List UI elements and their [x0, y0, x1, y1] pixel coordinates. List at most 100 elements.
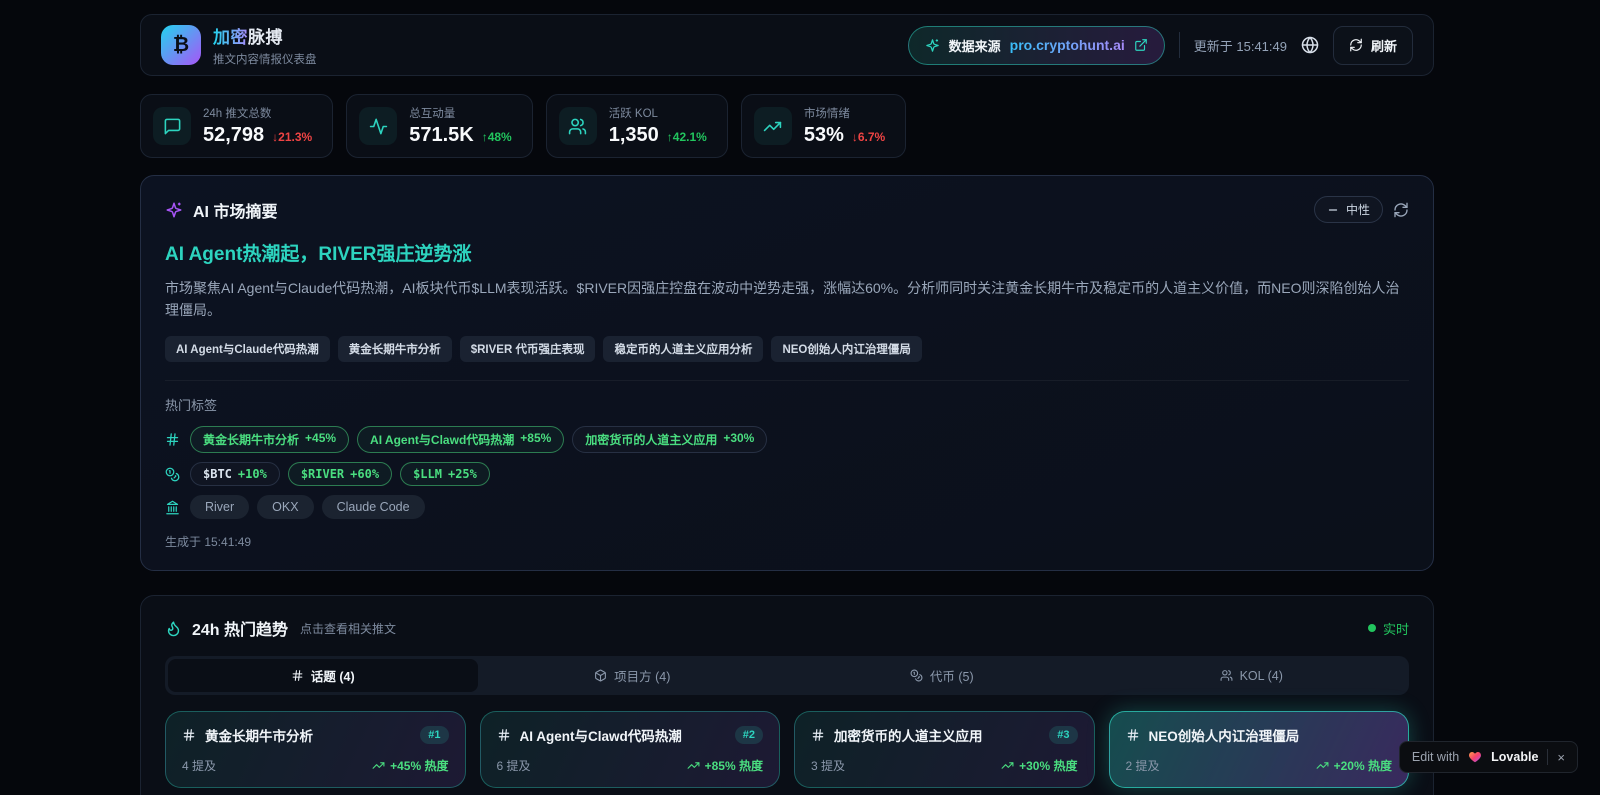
stat-change: ↓21.3%	[272, 130, 312, 144]
lovable-brand: Lovable	[1491, 750, 1538, 764]
summary-topic-tags: AI Agent与Claude代码热潮 黄金长期牛市分析 $RIVER 代币强庄…	[165, 336, 1409, 362]
rank-badge: #3	[1049, 726, 1077, 744]
trend-card-2[interactable]: AI Agent与Clawd代码热潮 #2 6 提及 +85% 热度	[480, 711, 781, 788]
activity-icon	[359, 107, 397, 145]
brand-text: 加密脉搏 推文内容情报仪表盘	[213, 23, 317, 67]
stat-change: ↓6.7%	[852, 130, 885, 144]
stat-body: 市场情绪 53% ↓6.7%	[804, 105, 885, 147]
hash-icon	[1126, 728, 1140, 742]
trending-up-icon	[687, 759, 700, 772]
hashtag-pill[interactable]: 加密货币的人道主义应用+30%	[572, 426, 767, 453]
coin-pill[interactable]: $RIVER+60%	[288, 462, 392, 486]
stat-card-tweets: 24h 推文总数 52,798 ↓21.3%	[140, 94, 333, 158]
tab-projects[interactable]: 项目方 (4)	[478, 659, 788, 692]
data-source-button[interactable]: 数据来源 pro.cryptohunt.ai	[908, 26, 1165, 65]
hot-tags-block: 热门标签 黄金长期牛市分析+45% AI Agent与Clawd代码热潮+85%…	[165, 380, 1409, 550]
coin-pill[interactable]: $BTC+10%	[190, 462, 280, 486]
trend-heat: +45% 热度	[372, 757, 448, 774]
sentiment-badge: 中性	[1314, 196, 1383, 223]
stat-value: 52,798	[203, 124, 264, 147]
hashtag-pill[interactable]: AI Agent与Clawd代码热潮+85%	[357, 426, 564, 453]
tab-topics[interactable]: 话题 (4)	[168, 659, 478, 692]
org-pill[interactable]: Claude Code	[322, 495, 425, 519]
stat-card-active-kol: 活跃 KOL 1,350 ↑42.1%	[546, 94, 728, 158]
app-title: 加密脉搏	[213, 23, 317, 48]
tab-label: 话题 (4)	[311, 666, 355, 685]
stat-value: 1,350	[609, 124, 659, 147]
trends-tabs: 话题 (4) 项目方 (4) 代币 (5) KOL (4)	[165, 656, 1409, 695]
hash-icon	[182, 728, 196, 742]
topic-tag[interactable]: AI Agent与Claude代码热潮	[165, 336, 330, 362]
topic-tag[interactable]: 稳定币的人道主义应用分析	[603, 336, 763, 362]
tab-label: 项目方 (4)	[614, 666, 670, 685]
org-pill[interactable]: River	[190, 495, 249, 519]
trends-title: 24h 热门趋势	[192, 616, 288, 640]
sparkles-icon	[165, 201, 183, 219]
hash-icon	[291, 669, 304, 682]
stat-card-sentiment: 市场情绪 53% ↓6.7%	[741, 94, 906, 158]
app-title-rest: 脉搏	[248, 28, 283, 47]
sparkles-icon	[925, 38, 940, 53]
hash-icon	[497, 728, 511, 742]
coin-pill[interactable]: $LLM+25%	[400, 462, 490, 486]
users-icon	[1220, 669, 1233, 682]
heart-icon	[1468, 750, 1482, 764]
brand: ₿ 加密脉搏 推文内容情报仪表盘	[161, 23, 317, 67]
app-header: ₿ 加密脉搏 推文内容情报仪表盘 数据来源 pro.cryptohunt.ai	[140, 14, 1434, 76]
stat-card-engagement: 总互动量 571.5K ↑48%	[346, 94, 533, 158]
refresh-icon	[1349, 38, 1363, 52]
rank-badge: #1	[420, 726, 448, 744]
external-link-icon	[1134, 38, 1148, 52]
stat-value: 53%	[804, 124, 844, 147]
app-subtitle: 推文内容情报仪表盘	[213, 51, 317, 67]
hash-icon	[811, 728, 825, 742]
stat-body: 总互动量 571.5K ↑48%	[409, 105, 512, 147]
refresh-button[interactable]: 刷新	[1333, 26, 1413, 65]
close-icon[interactable]: ×	[1557, 750, 1565, 765]
users-icon	[559, 107, 597, 145]
org-row: River OKX Claude Code	[165, 495, 1409, 519]
tab-tokens[interactable]: 代币 (5)	[787, 659, 1097, 692]
language-globe-button[interactable]	[1301, 36, 1319, 54]
message-square-icon	[153, 107, 191, 145]
header-divider	[1179, 32, 1180, 58]
trending-up-icon	[1001, 759, 1014, 772]
summary-body: 市场聚焦AI Agent与Claude代码热潮，AI板块代币$LLM表现活跃。$…	[165, 278, 1409, 321]
topic-tag[interactable]: 黄金长期牛市分析	[338, 336, 452, 362]
stat-label: 24h 推文总数	[203, 105, 312, 121]
stat-label: 总互动量	[409, 105, 512, 121]
bitcoin-logo-icon: ₿	[161, 25, 201, 65]
hot-tags-label: 热门标签	[165, 395, 1409, 414]
live-label: 实时	[1383, 619, 1409, 638]
hashtag-pill[interactable]: 黄金长期牛市分析+45%	[190, 426, 349, 453]
trend-card-1[interactable]: 黄金长期牛市分析 #1 4 提及 +45% 热度	[165, 711, 466, 788]
ai-summary-title: AI 市场摘要	[193, 198, 277, 222]
tab-kol[interactable]: KOL (4)	[1097, 659, 1407, 692]
source-label: 数据来源	[949, 36, 1001, 55]
generated-timestamp: 生成于 15:41:49	[165, 533, 1409, 550]
stat-change: ↑42.1%	[667, 130, 707, 144]
trend-heat: +20% 热度	[1316, 757, 1392, 774]
org-pill[interactable]: OKX	[257, 495, 313, 519]
topic-tag[interactable]: $RIVER 代币强庄表现	[460, 336, 596, 362]
source-link: pro.cryptohunt.ai	[1010, 37, 1125, 53]
lovable-divider	[1547, 749, 1548, 765]
stat-label: 活跃 KOL	[609, 105, 707, 121]
trend-title: NEO创始人内讧治理僵局	[1149, 725, 1393, 745]
stat-change: ↑48%	[482, 130, 512, 144]
topic-tag[interactable]: NEO创始人内讧治理僵局	[771, 336, 921, 362]
live-dot-icon	[1368, 624, 1376, 632]
lovable-prefix: Edit with	[1412, 750, 1459, 764]
summary-headline: AI Agent热潮起，RIVER强庄逆势涨	[165, 239, 1409, 266]
sentiment-label: 中性	[1346, 201, 1370, 218]
stats-row: 24h 推文总数 52,798 ↓21.3% 总互动量 571.5K ↑48%	[140, 94, 1434, 158]
coin-row: $BTC+10% $RIVER+60% $LLM+25%	[165, 462, 1409, 486]
summary-refresh-button[interactable]	[1393, 202, 1409, 218]
trend-card-3[interactable]: 加密货币的人道主义应用 #3 3 提及 +30% 热度	[794, 711, 1095, 788]
trend-card-4[interactable]: NEO创始人内讧治理僵局 2 提及 +20% 热度	[1109, 711, 1410, 788]
trend-mentions: 6 提及	[497, 757, 531, 774]
refresh-label: 刷新	[1371, 36, 1397, 55]
hash-icon	[165, 432, 180, 447]
package-icon	[594, 669, 607, 682]
app-title-accent: 加密	[213, 28, 248, 47]
